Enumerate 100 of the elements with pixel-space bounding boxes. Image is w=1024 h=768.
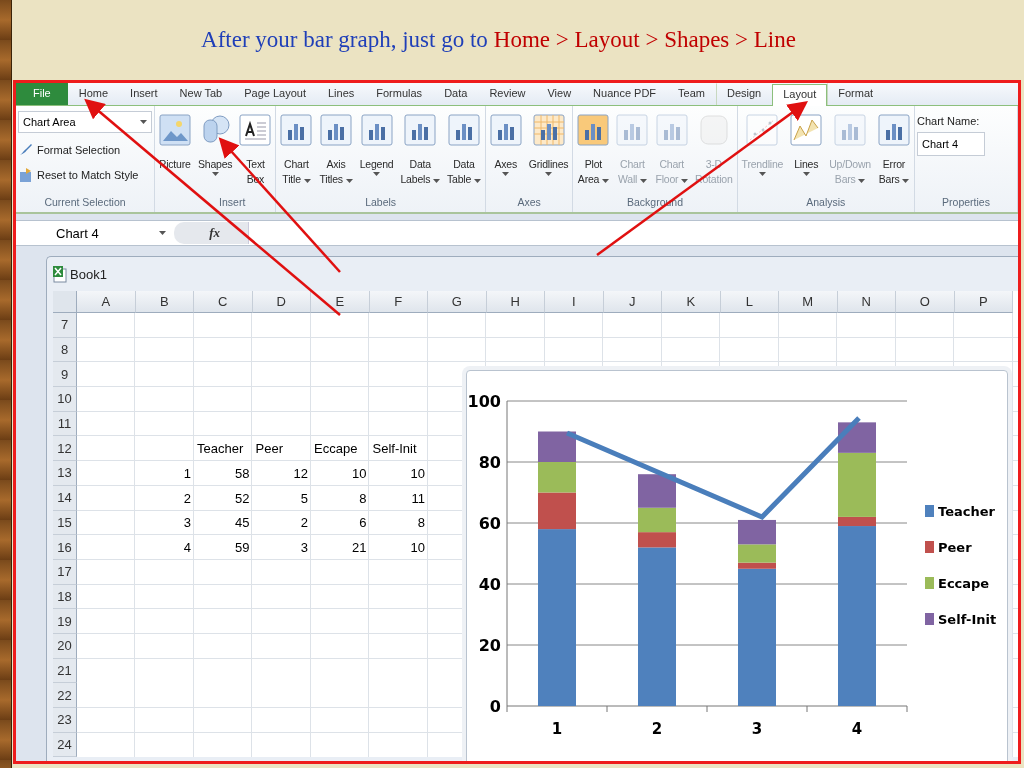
chart-element-dropdown[interactable]: Chart Area — [18, 111, 152, 133]
ribbon-button[interactable]: Data Table — [444, 109, 483, 196]
ribbon-tab[interactable]: View — [536, 83, 583, 105]
ribbon-button[interactable]: Gridlines — [526, 109, 571, 196]
ribbon-button[interactable]: Plot Area — [575, 109, 612, 196]
table-cell-text: 6 — [358, 514, 368, 533]
column-header[interactable]: K — [662, 291, 721, 313]
slide-title: After your bar graph, just go to — [201, 27, 488, 53]
column-header[interactable]: P — [954, 291, 1013, 313]
chart-name-field[interactable]: Chart 4 — [917, 132, 985, 156]
ribbon-button[interactable]: Format Selection — [18, 137, 152, 162]
table-cell-text: 2 — [182, 489, 192, 508]
row-header[interactable]: 13 — [53, 461, 77, 486]
ribbon-tab[interactable]: Page Layout — [233, 83, 317, 105]
column-header[interactable]: C — [194, 291, 253, 313]
row-header[interactable]: 21 — [53, 658, 77, 684]
row-header[interactable]: 7 — [53, 313, 77, 338]
row-header[interactable]: 24 — [53, 732, 77, 758]
ribbon-button[interactable]: Shapes — [196, 109, 235, 196]
select-all-corner[interactable] — [53, 291, 77, 313]
bar-chart-icon — [280, 114, 313, 146]
ribbon-button[interactable]: Data Labels — [398, 109, 442, 196]
ribbon-tab[interactable]: Insert — [119, 83, 169, 105]
row-header[interactable]: 22 — [53, 683, 77, 708]
row-header[interactable]: 8 — [53, 337, 77, 363]
row-header[interactable]: 12 — [53, 436, 77, 462]
row-header[interactable]: 17 — [53, 559, 77, 585]
ribbon-tab[interactable]: Data — [433, 83, 479, 105]
row-header[interactable]: 19 — [53, 609, 77, 634]
column-header[interactable]: E — [311, 291, 370, 313]
table-cell-text: 11 — [410, 489, 426, 508]
row-header[interactable]: 10 — [53, 387, 77, 412]
x-tick-label: 2 — [651, 720, 663, 738]
bar-chart-icon — [360, 114, 393, 146]
insert-function-button[interactable]: fx — [209, 225, 220, 241]
ribbon-tab[interactable]: File — [16, 83, 68, 105]
table-cell-text: 3 — [182, 514, 192, 533]
caret-icon — [758, 172, 766, 176]
row-header[interactable]: 23 — [53, 708, 77, 733]
column-header[interactable]: M — [779, 291, 838, 313]
ribbon-tab[interactable]: Format — [827, 83, 885, 105]
ribbon-tab[interactable]: Formulas — [365, 83, 434, 105]
ribbon-tab[interactable]: Team — [667, 83, 716, 105]
bar-chart-icon — [616, 114, 649, 146]
column-header[interactable]: A — [77, 291, 136, 313]
ribbon-button[interactable]: Lines — [788, 109, 825, 196]
row-header[interactable]: 20 — [53, 633, 77, 659]
column-header[interactable]: I — [545, 291, 604, 313]
bar-segment — [538, 431, 576, 462]
column-header[interactable]: N — [837, 291, 896, 313]
column-header[interactable]: G — [428, 291, 487, 313]
plot-area-icon — [577, 114, 610, 146]
column-header[interactable]: F — [369, 291, 428, 313]
ribbon-tab[interactable]: Layout — [772, 84, 828, 106]
row-header[interactable]: 18 — [53, 584, 77, 610]
column-header[interactable]: D — [252, 291, 311, 313]
ribbon-tab[interactable]: Home — [67, 83, 120, 105]
y-tick-label: 20 — [478, 636, 501, 655]
row-header[interactable]: 16 — [53, 535, 77, 560]
column-header[interactable]: J — [603, 291, 662, 313]
bar-chart-icon — [489, 114, 522, 146]
caret-icon — [159, 231, 166, 235]
ribbon-tab[interactable]: Lines — [317, 83, 366, 105]
ribbon-button[interactable]: Axes — [487, 109, 524, 196]
bar-chart-icon — [834, 114, 867, 146]
text-box-icon — [239, 114, 272, 146]
bar-chart-icon — [404, 114, 437, 146]
ribbon-tab[interactable]: Nuance PDF — [582, 83, 668, 105]
group-label: Properties — [941, 196, 991, 210]
workbook-title: Book1 — [70, 266, 107, 282]
column-header[interactable]: O — [896, 291, 955, 313]
ribbon-button[interactable]: Chart Title — [278, 109, 315, 196]
reset-icon — [18, 166, 34, 183]
ribbon-button[interactable]: Reset to Match Style — [18, 162, 152, 187]
spreadsheet-file-icon — [53, 265, 67, 283]
ribbon-button[interactable]: Axis Titles — [317, 109, 355, 196]
legend-label: Self-Init — [938, 612, 997, 627]
line-chart-icon — [790, 114, 823, 146]
ribbon-tab[interactable]: Review — [478, 83, 537, 105]
ribbon-button[interactable]: Legend — [357, 109, 396, 196]
table-cell-text: 2 — [299, 514, 309, 533]
column-header[interactable]: H — [486, 291, 545, 313]
table-cell-text: 10 — [409, 539, 426, 558]
table-cell-text: Peer — [254, 440, 284, 459]
column-header[interactable]: L — [720, 291, 779, 313]
caret-icon — [211, 172, 219, 176]
caret-icon — [802, 172, 810, 176]
bar-chart-icon — [320, 114, 353, 146]
row-header[interactable]: 11 — [53, 411, 77, 437]
group-label: Insert — [218, 196, 247, 210]
row-header[interactable]: 9 — [53, 362, 77, 388]
caret-icon — [502, 172, 510, 176]
column-header[interactable]: B — [135, 291, 194, 313]
ribbon-tab[interactable]: New Tab — [168, 83, 234, 105]
name-box[interactable]: Chart 4 — [56, 225, 166, 241]
ribbon-button[interactable]: Error Bars — [876, 109, 912, 196]
row-header[interactable]: 14 — [53, 485, 77, 511]
bar-segment — [638, 474, 676, 508]
row-header[interactable]: 15 — [53, 510, 77, 536]
x-tick-label: 3 — [751, 720, 763, 738]
